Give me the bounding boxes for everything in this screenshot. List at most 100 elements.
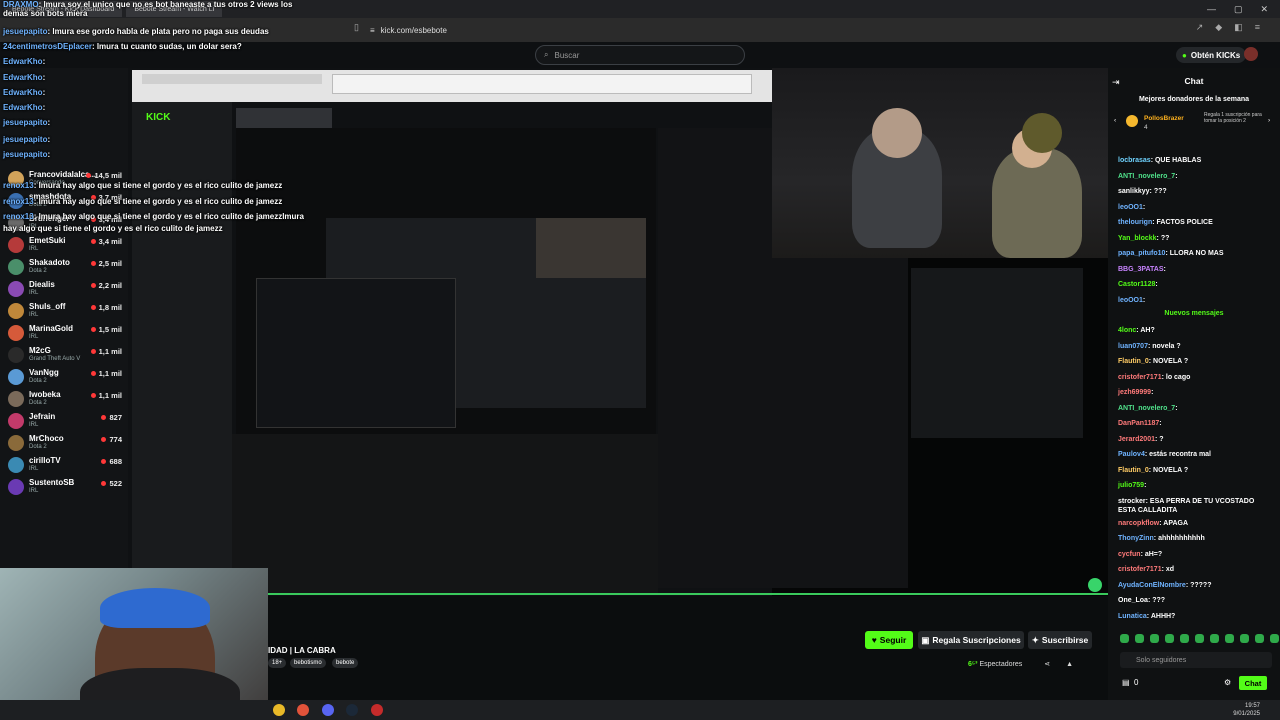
screen: Bebote Stream - Kick Dashboard Bebote St…	[0, 0, 1280, 720]
chat-user[interactable]: Castor1128	[1118, 281, 1155, 288]
chat-user[interactable]: ANTI_novelero_7	[1118, 173, 1175, 180]
chat-input[interactable]: Solo seguidores	[1120, 652, 1272, 668]
chat-user[interactable]: ThonyZinn	[1118, 535, 1154, 542]
nested-browser-bar	[132, 70, 772, 102]
chat-user[interactable]: Flautin_0	[1118, 467, 1149, 474]
chat-title: Chat	[1184, 76, 1204, 86]
chat-send-button[interactable]: Chat	[1239, 676, 1267, 690]
stream-video[interactable]: KICK	[128, 68, 1108, 596]
chat-user[interactable]: luan0707	[1118, 343, 1148, 350]
tag-bebotismo[interactable]: bebotismo	[290, 658, 326, 668]
channel-viewers: 774	[101, 435, 122, 444]
sidebar-channel[interactable]: MarinaGold IRL 1,5 mil	[8, 322, 124, 344]
tag-bebote[interactable]: bebote	[332, 658, 359, 668]
sidebar-channel[interactable]: SustentoSB IRL 522	[8, 476, 124, 498]
chrome-icon[interactable]	[273, 704, 285, 716]
channel-category: IRL	[29, 488, 39, 494]
chat-user[interactable]: jezh69999	[1118, 389, 1151, 396]
chat-user[interactable]: cristofer7171	[1118, 566, 1162, 573]
webcam-overlay	[0, 568, 268, 720]
extension-icon[interactable]: ◧	[1234, 22, 1243, 33]
chat-message: jezh69999:	[1118, 389, 1154, 396]
chat-message: BBG_3PATAS:	[1118, 265, 1166, 273]
user-avatar[interactable]	[1244, 47, 1258, 61]
chat-user[interactable]: AyudaConElNombre	[1118, 582, 1186, 589]
donor-cta[interactable]: Regala 1 suscripción para tomar la posic…	[1204, 112, 1264, 124]
channel-name: SustentoSB	[29, 478, 75, 487]
live-dot-icon	[101, 459, 107, 464]
chat-message: Paulov4: estás recontra mal	[1118, 451, 1212, 458]
chat-user[interactable]: One_Loa	[1118, 597, 1148, 604]
chat-user[interactable]: cycfun	[1118, 551, 1141, 558]
sidebar-channel[interactable]: Iwobeka Dota 2 1,1 mil	[8, 388, 124, 410]
sidebar-channel[interactable]: cirilloTV IRL 688	[8, 454, 124, 476]
follow-button[interactable]: ♥ Seguir	[865, 631, 913, 649]
chat-user[interactable]: julio759	[1118, 482, 1144, 489]
chat-user[interactable]: Paulov4	[1118, 451, 1145, 458]
discord-icon[interactable]	[322, 704, 334, 716]
chat-user[interactable]: DanPan1187	[1118, 420, 1159, 427]
maximize-icon[interactable]: ▢	[1234, 4, 1243, 15]
channel-avatar	[8, 435, 24, 451]
chat-user[interactable]: papa_pitufo10	[1118, 250, 1165, 257]
subscribe-button[interactable]: ✦ Suscribirse	[1028, 631, 1092, 649]
chat-text: ???	[1153, 188, 1167, 195]
sidebar-channel[interactable]: Jefrain IRL 827	[8, 410, 124, 432]
channel-avatar	[8, 259, 24, 275]
chat-user[interactable]: 4lonc	[1118, 327, 1136, 334]
gift-subs-button[interactable]: ▣ Regala Suscripciones	[918, 631, 1024, 649]
chat-user[interactable]: narcopkflow	[1118, 520, 1159, 527]
channel-viewers: 1,8 mil	[90, 303, 122, 312]
chat-user[interactable]: Jerard2001	[1118, 436, 1155, 443]
settings-icon[interactable]: ⚙	[1224, 678, 1231, 687]
chat-user[interactable]: Lunatica	[1118, 613, 1147, 620]
share-icon[interactable]: ⋖	[1044, 661, 1050, 668]
chat-user[interactable]: thelourign	[1118, 219, 1152, 226]
obs-icon[interactable]	[371, 704, 383, 716]
next-icon[interactable]: ›	[1268, 117, 1270, 124]
chat-message: locbrasas: QUE HABLAS	[1118, 157, 1202, 164]
chat-user[interactable]: strocker	[1118, 498, 1146, 505]
channel-viewers: 688	[101, 457, 122, 466]
sidebar-channel[interactable]: Diealis IRL 2,2 mil	[8, 278, 124, 300]
chat-user[interactable]: locbrasas	[1118, 157, 1151, 164]
viewer-value: 1,1 mil	[98, 369, 122, 378]
channel-name: MrChoco	[29, 434, 64, 443]
close-icon[interactable]: ✕	[1260, 4, 1268, 15]
sidebar-channel[interactable]: Shakadoto Dota 2 2,5 mil	[8, 256, 124, 278]
channel-avatar	[8, 413, 24, 429]
chat-user[interactable]: leoOO1	[1118, 297, 1143, 304]
brave-icon[interactable]	[297, 704, 309, 716]
chat-user[interactable]: sanlikkyy	[1118, 188, 1150, 195]
sidebar-channel[interactable]: MrChoco Dota 2 774	[8, 432, 124, 454]
prev-icon[interactable]: ‹	[1114, 117, 1116, 124]
chat-user[interactable]: Flautin_0	[1118, 358, 1149, 365]
sidebar-channel[interactable]: M2cG Grand Theft Auto V 1,1 mil	[8, 344, 124, 366]
bookmark-icon[interactable]: ▯	[354, 22, 359, 33]
chat-user[interactable]: leoOO1	[1118, 204, 1143, 211]
tag-18[interactable]: 18+	[268, 658, 287, 668]
chat-user[interactable]: Yan_blockk	[1118, 235, 1157, 242]
follow-label: Seguir	[879, 635, 907, 645]
sidebar-channel[interactable]: EmetSuki IRL 3,4 mil	[8, 234, 124, 256]
report-icon[interactable]: ▲	[1066, 661, 1073, 668]
chat-user[interactable]: ANTI_novelero_7	[1118, 405, 1175, 412]
get-kicks-button[interactable]: ● Obtén KICKs	[1176, 47, 1247, 63]
channel-category: IRL	[29, 312, 39, 318]
search-input[interactable]: ⌕ Buscar	[535, 45, 745, 65]
chat-user[interactable]: cristofer7171	[1118, 374, 1162, 381]
share-icon[interactable]: ↗	[1196, 22, 1204, 33]
os-taskbar: 19:57 9/01/2025	[0, 700, 1280, 720]
shield-icon[interactable]: ◆	[1215, 22, 1222, 33]
kicks-icon[interactable]: ▤	[1122, 678, 1130, 687]
sidebar-channel[interactable]: VanNgg Dota 2 1,1 mil	[8, 366, 124, 388]
sidebar-channel[interactable]: Shuls_off IRL 1,8 mil	[8, 300, 124, 322]
menu-icon[interactable]: ≡	[1255, 22, 1260, 33]
chat-user[interactable]: BBG_3PATAS	[1118, 266, 1164, 273]
steam-icon[interactable]	[346, 704, 358, 716]
channel-avatar	[8, 369, 24, 385]
live-dot-icon	[90, 393, 96, 398]
new-messages-divider: Nuevos mensajes	[1164, 310, 1224, 317]
url-field[interactable]: ≡ kick.com/esbebote	[370, 22, 890, 38]
minimize-icon[interactable]: —	[1207, 4, 1216, 15]
